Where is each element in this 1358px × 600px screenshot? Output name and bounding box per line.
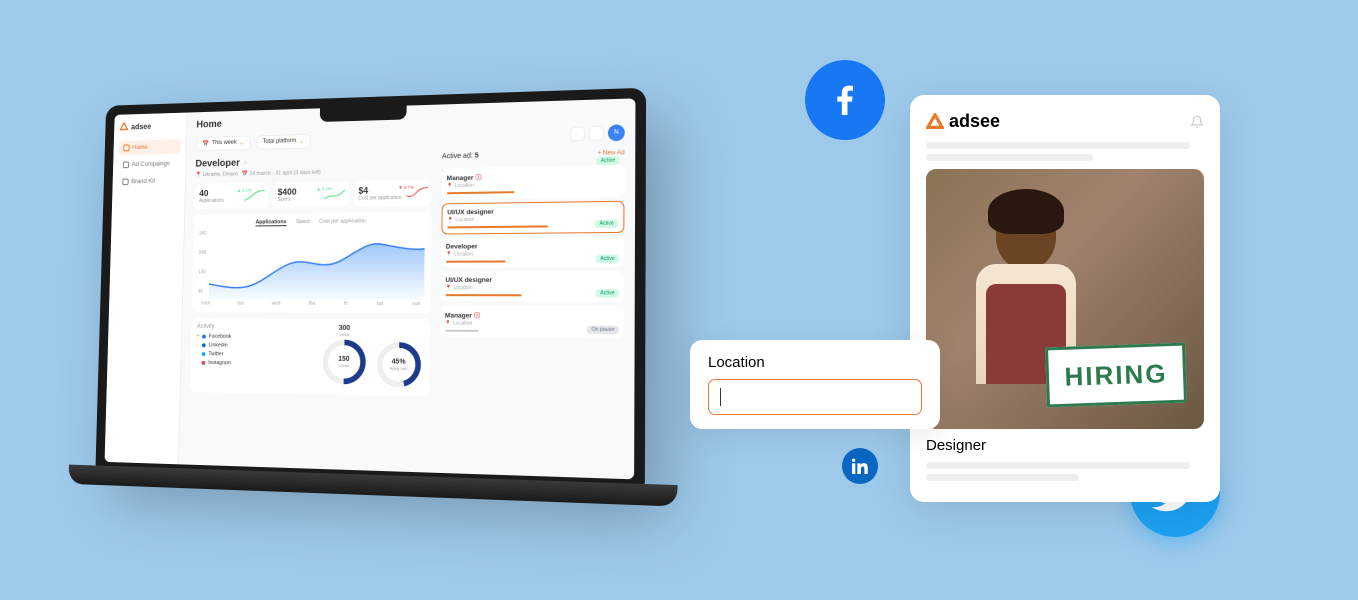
new-ad-button[interactable]: + New Ad (597, 150, 624, 157)
donut-apply: 45%Apply rate (374, 339, 424, 390)
laptop-mockup: adsee Home Ad Compaings Brand Kit Home 📅… (95, 88, 646, 486)
ad-role: Designer (926, 437, 1204, 454)
location-card: Location (690, 340, 940, 429)
grid-icon[interactable] (570, 126, 585, 141)
tab-cpa[interactable]: Cost per application (319, 218, 366, 225)
bell-icon (1190, 115, 1204, 129)
logo: adsee (119, 120, 181, 131)
main-chart: Applications Spent Cost per application … (192, 212, 432, 314)
sidebar: adsee Home Ad Compaings Brand Kit (105, 113, 188, 465)
tab-spent[interactable]: Spent (296, 219, 310, 226)
ad-preview-card: adsee HIRING Designer (910, 95, 1220, 502)
bell-icon[interactable] (589, 126, 604, 141)
tab-applications[interactable]: Applications (255, 219, 286, 226)
ad-logo: adsee (926, 111, 1204, 132)
filter-platform[interactable]: Total platform ⌄ (256, 133, 311, 149)
avatar[interactable]: N (608, 124, 625, 141)
activity-card: Activity +Facebook +Linkedin +Twitter +I… (190, 318, 430, 397)
location-label: Location (708, 354, 922, 371)
nav-home[interactable]: Home (119, 139, 181, 155)
linkedin-icon (842, 448, 878, 484)
ad-image: HIRING (926, 169, 1204, 429)
nav-campaigns[interactable]: Ad Compaings (118, 156, 180, 172)
ad-card-manager-2[interactable]: Managerⓘ 📍 Location On pause (440, 305, 624, 338)
campaign-meta: 📍 Ukraine, Dnipro 📅 24 march - 31 april … (195, 167, 432, 178)
nav-brandkit[interactable]: Brand Kit (118, 174, 180, 189)
stat-spent: $400 Spent ▲ 2.1% (273, 181, 349, 208)
ad-card-developer[interactable]: Developer 📍 Location Active (441, 237, 625, 268)
ad-card-uiux[interactable]: UI/UX designer 📍 Location Active (441, 201, 624, 235)
filter-period[interactable]: 📅 This week ⌄ (196, 135, 251, 151)
campaign-title: Developer (195, 158, 240, 170)
donut-clicks: 150Clicks (319, 337, 368, 388)
hiring-sign: HIRING (1045, 343, 1187, 408)
ad-card-uiux-2[interactable]: UI/UX designer 📍 Location Active (440, 271, 624, 301)
facebook-icon (805, 60, 885, 140)
ad-card-manager[interactable]: Active Managerⓘ 📍 Location (441, 165, 624, 200)
stat-cpa: $4 Cost per application ▼ 0.7% (353, 179, 431, 206)
logo-text: adsee (131, 122, 151, 131)
stat-applications: 40 Applications ▲ 2.1% (194, 183, 268, 209)
location-input[interactable] (708, 379, 922, 415)
